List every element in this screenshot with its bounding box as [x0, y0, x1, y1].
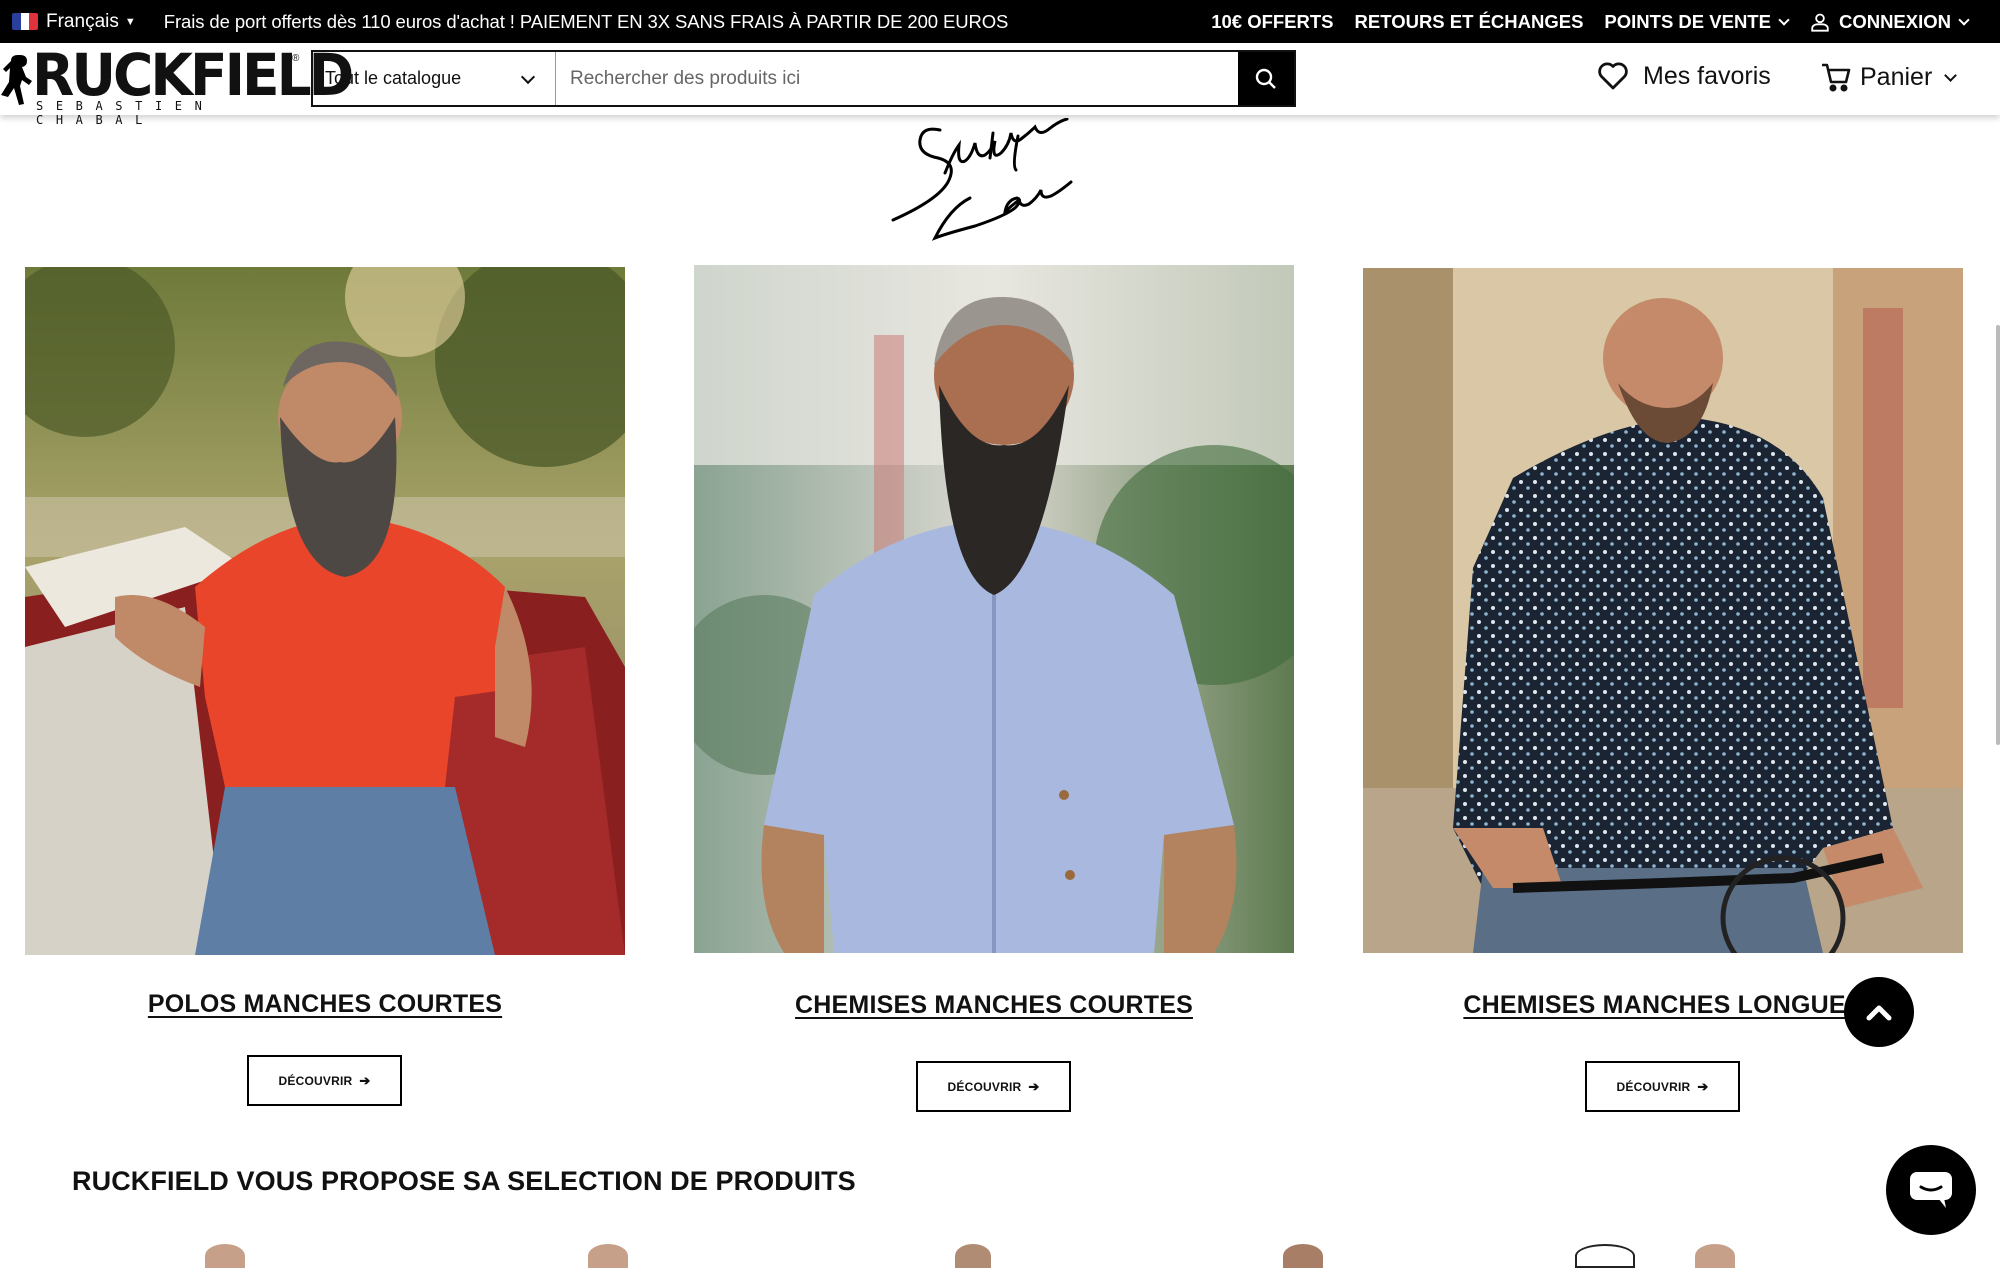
stores-dropdown[interactable]: POINTS DE VENTE [1604, 10, 1790, 33]
discover-label: DÉCOUVRIR [1616, 1079, 1691, 1094]
chevron-down-icon [1778, 13, 1790, 26]
cart-icon [1822, 63, 1851, 92]
offer-link-label: 10€ OFFERTS [1211, 10, 1334, 32]
favorites-label: Mes favoris [1643, 61, 1771, 90]
catalog-select-value: Tout le catalogue [325, 68, 462, 88]
back-to-top-button[interactable] [1844, 977, 1914, 1047]
catalog-select[interactable]: Tout le catalogue [313, 52, 556, 105]
rugby-player-logo-icon [1, 55, 32, 105]
discover-label: DÉCOUVRIR [278, 1073, 353, 1088]
login-label: CONNEXION [1838, 10, 1951, 32]
heart-icon [1598, 62, 1628, 90]
ruckfield-logo[interactable]: RUCKFIELD ® SEBASTIEN CHABAL [0, 46, 354, 127]
discover-label: DÉCOUVRIR [947, 1079, 1022, 1094]
product-title-short-sleeve-shirts[interactable]: CHEMISES MANCHES COURTES [694, 991, 1294, 1020]
product-title-polos[interactable]: POLOS MANCHES COURTES [25, 990, 625, 1019]
logo-registered-mark: ® [292, 53, 300, 64]
arrow-right-icon: ➔ [1697, 1078, 1709, 1094]
arrow-right-icon: ➔ [1028, 1078, 1040, 1094]
selection-section-title: RUCKFIELD VOUS PROPOSE SA SELECTION DE P… [72, 1166, 856, 1196]
discover-button-polos[interactable]: DÉCOUVRIR ➔ [247, 1055, 402, 1106]
search-bar: Tout le catalogue [311, 50, 1296, 107]
search-icon [1255, 68, 1276, 89]
product-thumbnail-peek [955, 1244, 991, 1268]
page-scrollbar[interactable] [1995, 115, 2000, 1257]
logo-brand: RUCKFIELD [32, 41, 354, 109]
cart-dropdown[interactable]: Panier [1820, 61, 1958, 93]
language-label: Français [46, 10, 119, 32]
product-thumbnail-peek [1283, 1244, 1323, 1268]
top-bar: Français ▼ Frais de port offerts dès 110… [0, 0, 2000, 43]
chevron-down-icon [1958, 13, 1970, 26]
polo-product-image[interactable] [25, 267, 625, 955]
caret-down-icon: ▼ [124, 15, 136, 28]
product-thumbnail-peek [1575, 1244, 1635, 1268]
user-icon [1811, 13, 1829, 32]
search-input[interactable] [556, 52, 1238, 105]
arrow-right-icon: ➔ [359, 1072, 371, 1088]
site-header: RUCKFIELD ® SEBASTIEN CHABAL Tout le cat… [0, 43, 2000, 127]
france-flag-icon [12, 13, 38, 30]
returns-link[interactable]: RETOURS ET ÉCHANGES [1355, 11, 1584, 33]
promo-banner-text: Frais de port offerts dès 110 euros d'ac… [163, 10, 1009, 32]
scrollbar-thumb[interactable] [1996, 325, 2000, 745]
offer-link[interactable]: 10€ OFFERTS [1211, 11, 1333, 33]
discover-button-long-sleeve-shirts[interactable]: DÉCOUVRIR ➔ [1585, 1061, 1740, 1112]
short-sleeve-shirt-product-image[interactable] [694, 265, 1294, 953]
search-button[interactable] [1238, 52, 1294, 105]
long-sleeve-shirt-product-image[interactable] [1363, 268, 1963, 953]
chat-icon [1910, 1172, 1952, 1208]
chevron-down-icon [520, 69, 536, 85]
chevron-down-icon [1944, 68, 1958, 82]
cart-label: Panier [1860, 62, 1933, 91]
product-thumbnail-peek [205, 1244, 245, 1268]
favorites-link[interactable]: Mes favoris [1597, 61, 1771, 91]
login-dropdown[interactable]: CONNEXION [1809, 10, 1970, 33]
language-selector[interactable]: Français ▼ [12, 11, 136, 33]
chat-button[interactable] [1886, 1145, 1976, 1235]
product-thumbnail-peek [1695, 1244, 1735, 1268]
returns-link-label: RETOURS ET ÉCHANGES [1354, 10, 1584, 32]
stores-label: POINTS DE VENTE [1604, 10, 1771, 32]
discover-button-short-sleeve-shirts[interactable]: DÉCOUVRIR ➔ [916, 1061, 1071, 1112]
logo-subtitle: SEBASTIEN CHABAL [36, 99, 215, 127]
arrow-up-icon [1866, 1005, 1892, 1021]
chabal-signature [891, 118, 1073, 241]
product-thumbnail-peek [588, 1244, 628, 1268]
